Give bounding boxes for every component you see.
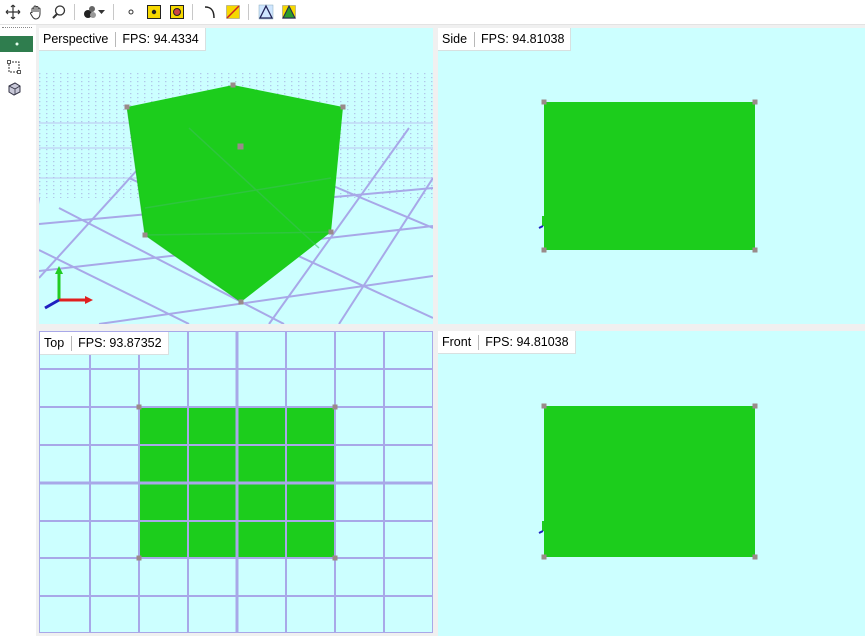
- front-scene[interactable]: [438, 331, 865, 636]
- viewport-name: Perspective: [39, 31, 117, 47]
- viewport-header: Perspective FPS: 94.4334: [39, 28, 206, 51]
- zoom-icon[interactable]: [49, 2, 69, 22]
- fps-readout: FPS: 94.4334: [122, 32, 199, 46]
- face-select-icon[interactable]: [167, 2, 187, 22]
- perspective-scene[interactable]: [39, 28, 433, 324]
- dot-icon: [15, 42, 18, 46]
- toolbar-separator: [248, 4, 249, 20]
- object-select-icon[interactable]: [6, 81, 24, 97]
- fps-readout: FPS: 94.81038: [481, 32, 565, 46]
- top-viewport[interactable]: Top FPS: 93.87352: [39, 331, 433, 633]
- panel-grip[interactable]: [2, 27, 32, 28]
- toolbar-separator: [192, 4, 193, 20]
- side-scene[interactable]: [438, 28, 865, 324]
- triangle-wire-icon[interactable]: [256, 2, 276, 22]
- toolbar-separator: [113, 4, 114, 20]
- box-select-icon[interactable]: [6, 59, 24, 75]
- axis-gizmo: [538, 521, 544, 534]
- fps-readout: FPS: 93.87352: [78, 336, 162, 350]
- viewport-name: Side: [438, 31, 476, 47]
- fps-readout: FPS: 94.81038: [485, 335, 569, 349]
- top-scene[interactable]: [40, 332, 433, 633]
- main-toolbar: [0, 0, 865, 25]
- viewport-header: Front FPS: 94.81038: [438, 331, 576, 354]
- viewport-header: Top FPS: 93.87352: [40, 332, 169, 355]
- perspective-viewport[interactable]: Perspective FPS: 94.4334: [39, 28, 433, 324]
- side-viewport[interactable]: Side FPS: 94.81038: [438, 28, 865, 324]
- triangle-fill-icon[interactable]: [279, 2, 299, 22]
- chevron-down-icon: [98, 10, 105, 14]
- left-tool-panel: [0, 25, 36, 636]
- cube-front-face[interactable]: [544, 406, 755, 557]
- viewport-name: Top: [40, 335, 73, 351]
- pan-hand-icon[interactable]: [26, 2, 46, 22]
- render-mode-icon: [84, 6, 96, 18]
- viewport-name: Front: [438, 334, 480, 350]
- vertex-select-icon[interactable]: [144, 2, 164, 22]
- front-viewport[interactable]: Front FPS: 94.81038: [438, 331, 865, 636]
- select-tool-button[interactable]: [0, 36, 33, 52]
- viewport-header: Side FPS: 94.81038: [438, 28, 572, 51]
- move-tool-icon[interactable]: [3, 2, 23, 22]
- point-icon[interactable]: [121, 2, 141, 22]
- curve-icon[interactable]: [200, 2, 220, 22]
- axis-gizmo: [538, 216, 544, 229]
- line-icon[interactable]: [223, 2, 243, 22]
- toolbar-separator: [74, 4, 75, 20]
- cube-side-face[interactable]: [544, 102, 755, 250]
- render-mode-dropdown[interactable]: [82, 4, 108, 20]
